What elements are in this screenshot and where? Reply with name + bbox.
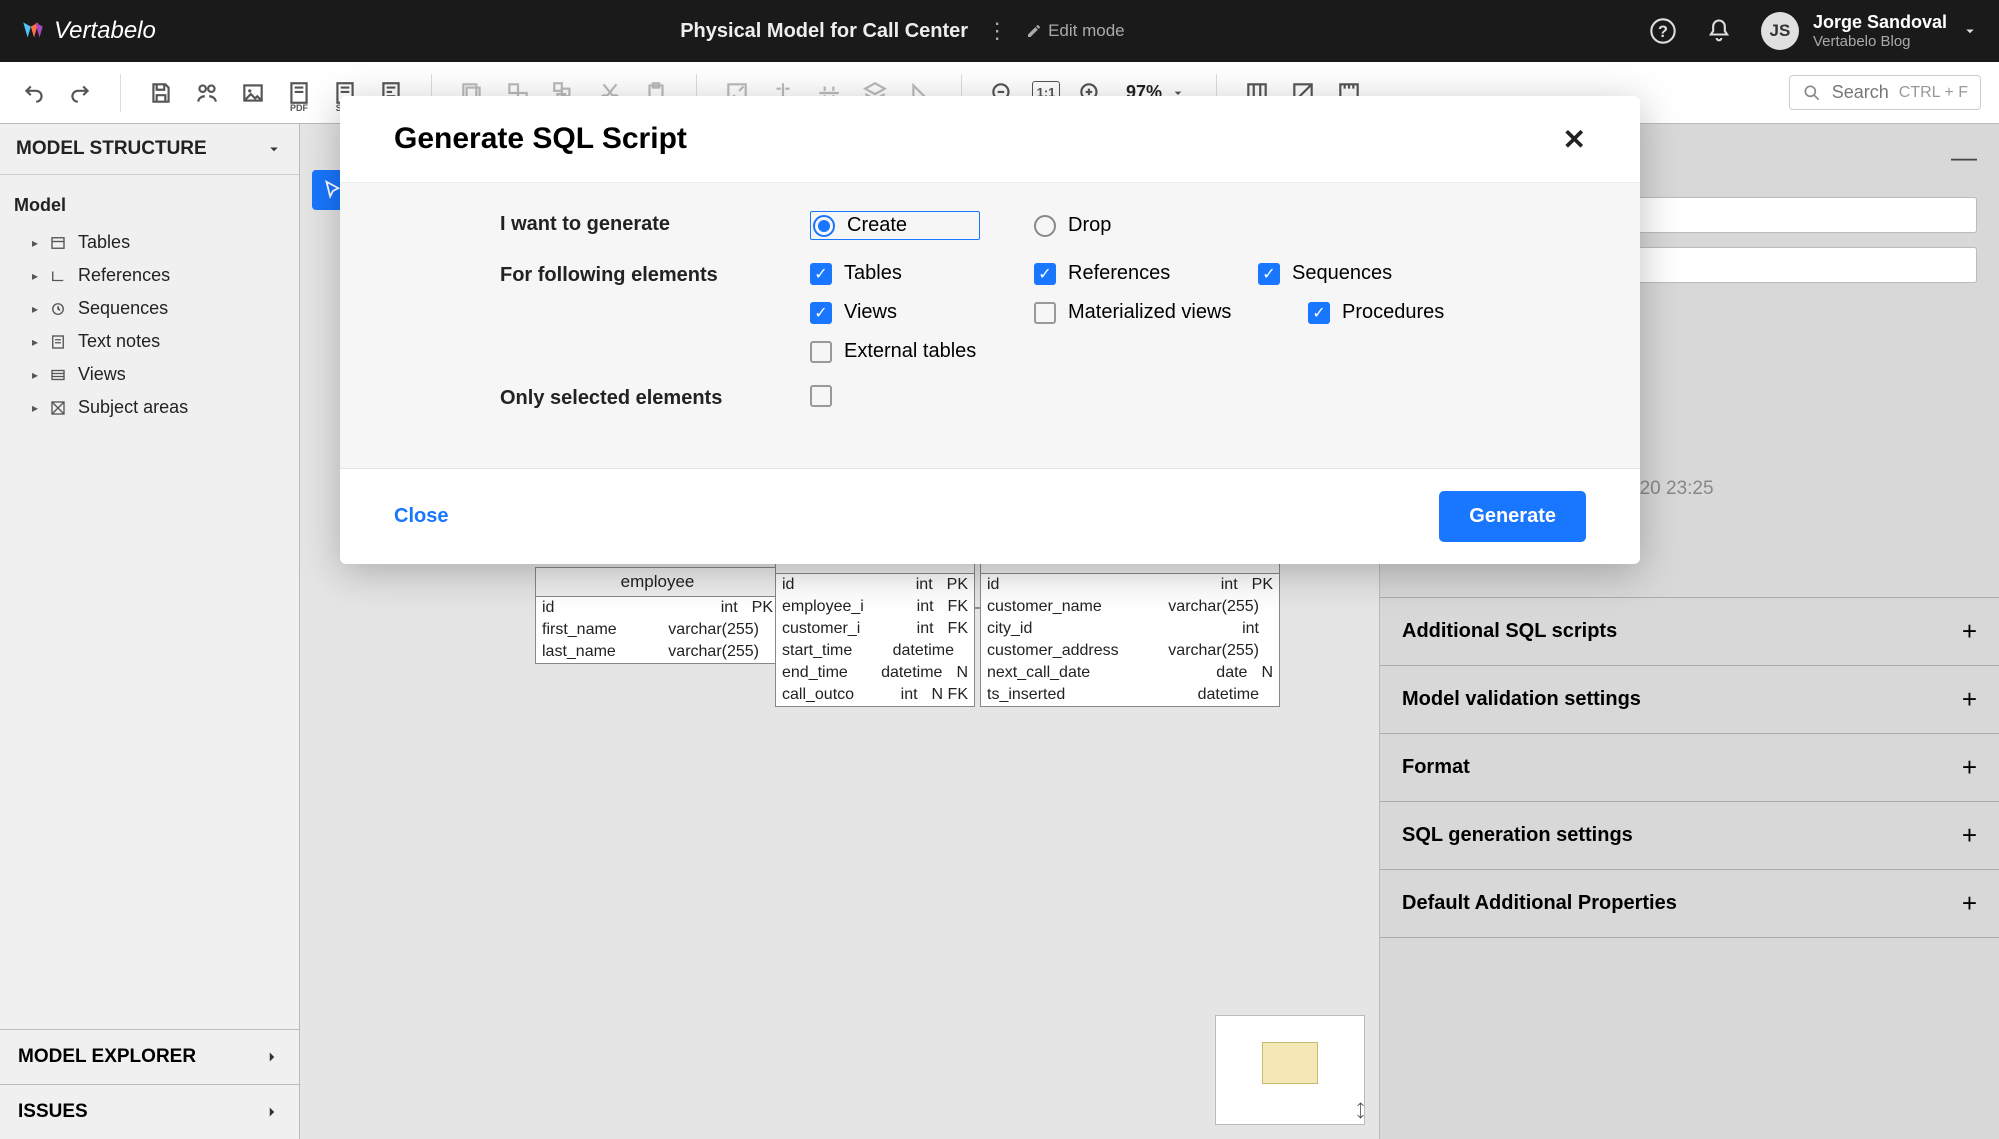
checkbox-icon: ✓ bbox=[1258, 263, 1280, 285]
checkbox-icon: ✓ bbox=[810, 263, 832, 285]
checkbox-mat-views[interactable]: Materialized views bbox=[1034, 301, 1254, 324]
checkbox-views[interactable]: ✓Views bbox=[810, 301, 980, 324]
radio-icon bbox=[813, 215, 835, 237]
checkbox-icon: ✓ bbox=[810, 302, 832, 324]
radio-create[interactable]: Create bbox=[810, 211, 980, 240]
elements-label: For following elements bbox=[500, 262, 730, 287]
only-selected-label: Only selected elements bbox=[500, 385, 730, 410]
modal-close-button[interactable]: ✕ bbox=[1563, 123, 1586, 156]
checkbox-icon bbox=[810, 341, 832, 363]
checkbox-tables[interactable]: ✓Tables bbox=[810, 262, 980, 285]
radio-icon bbox=[1034, 215, 1056, 237]
modal-title: Generate SQL Script bbox=[394, 122, 687, 156]
radio-drop[interactable]: Drop bbox=[1034, 211, 1204, 240]
checkbox-icon bbox=[810, 385, 832, 407]
generate-type-label: I want to generate bbox=[500, 211, 730, 236]
checkbox-icon: ✓ bbox=[1308, 302, 1330, 324]
checkbox-sequences[interactable]: ✓Sequences bbox=[1258, 262, 1428, 285]
generate-sql-modal: Generate SQL Script ✕ I want to generate… bbox=[340, 96, 1640, 564]
checkbox-icon bbox=[1034, 302, 1056, 324]
checkbox-icon: ✓ bbox=[1034, 263, 1056, 285]
generate-button[interactable]: Generate bbox=[1439, 491, 1586, 542]
checkbox-procedures[interactable]: ✓Procedures bbox=[1308, 301, 1478, 324]
checkbox-ext-tables[interactable]: External tables bbox=[810, 340, 980, 363]
checkbox-references[interactable]: ✓References bbox=[1034, 262, 1204, 285]
close-button[interactable]: Close bbox=[394, 505, 448, 528]
checkbox-only-selected[interactable] bbox=[810, 385, 980, 407]
